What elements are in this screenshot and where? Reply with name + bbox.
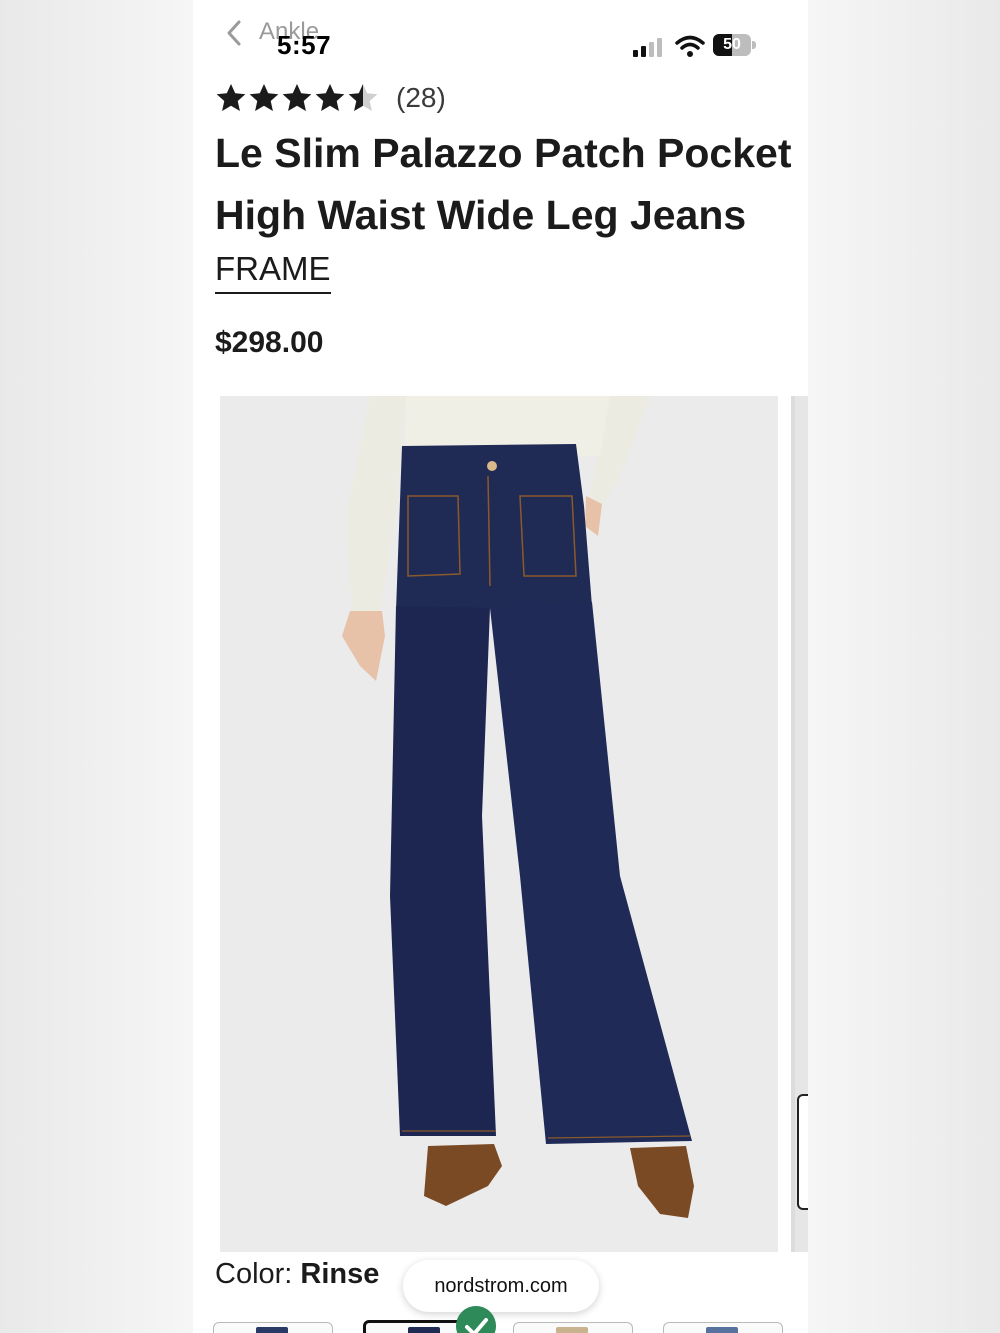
background-right [808,0,1000,1333]
browser-url-bar[interactable]: nordstrom.com [403,1260,599,1312]
product-image[interactable] [220,396,778,1252]
clock-time: 5:57 [277,30,332,60]
chevron-left-icon[interactable] [221,16,247,50]
wifi-icon [675,35,705,57]
product-image-carousel[interactable] [213,396,808,1252]
jeans-photo [220,396,778,1252]
product-price: $298.00 [215,326,324,359]
status-bar: Ankle 5:57 50 [193,0,808,70]
rating-row[interactable]: (28) [215,78,446,118]
battery-percent: 50 [723,36,741,53]
brand-link[interactable]: FRAME [215,250,331,294]
color-label: Color: Rinse [215,1258,379,1291]
star-icon [315,84,345,111]
star-icon [348,84,378,111]
battery-icon: 50 [713,34,757,58]
image-zoom-handle[interactable] [797,1094,808,1210]
cellular-signal-icon [633,38,662,57]
color-swatch[interactable] [213,1322,333,1333]
color-swatch[interactable] [513,1322,633,1333]
star-icon [216,84,246,111]
star-rating [215,82,380,114]
color-label-prefix: Color: [215,1258,293,1290]
review-count[interactable]: (28) [396,82,446,114]
selected-color-name: Rinse [300,1258,380,1290]
background-left [0,0,193,1333]
color-swatch-list [213,1318,808,1333]
color-swatch[interactable] [663,1322,783,1333]
star-icon [282,84,312,111]
product-title: Le Slim Palazzo Patch Pocket High Waist … [215,130,792,238]
phone-screen: Ankle 5:57 50 (28) Le Slim Palazzo Patch… [193,0,808,1333]
star-icon [249,84,279,111]
